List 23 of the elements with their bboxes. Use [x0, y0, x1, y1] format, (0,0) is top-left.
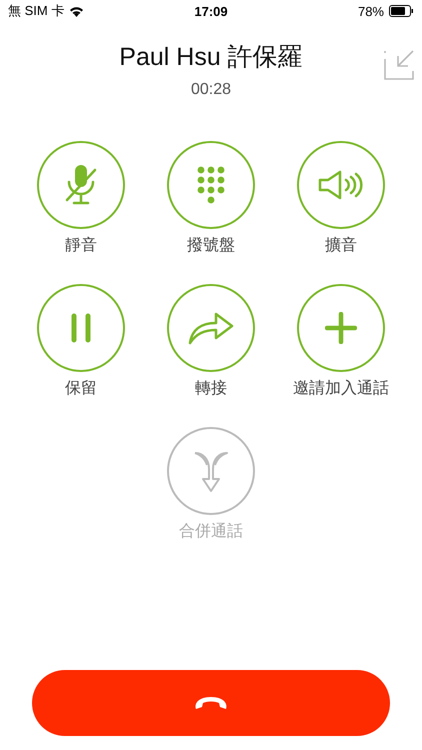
muted-microphone-icon	[64, 164, 98, 206]
clock-text: 17:09	[194, 4, 228, 18]
action-label: 保留	[65, 379, 97, 399]
plus-icon	[325, 312, 357, 344]
minimize-icon[interactable]	[384, 50, 414, 80]
battery-icon	[389, 5, 414, 17]
pause-icon	[70, 313, 92, 343]
call-duration: 00:28	[190, 81, 232, 99]
action-label: 靜音	[65, 236, 97, 256]
battery-text: 78%	[358, 4, 384, 18]
speaker-icon	[318, 170, 364, 200]
caller-name: Paul Hsu 許保羅	[119, 42, 303, 73]
action-label: 邀請加入通話	[293, 378, 389, 399]
keypad-icon	[196, 165, 226, 205]
forward-arrow-icon	[188, 311, 234, 345]
carrier-text: 無 SIM 卡	[8, 2, 64, 20]
action-label: 撥號盤	[187, 236, 235, 256]
action-label: 擴音	[325, 236, 357, 256]
wifi-icon	[69, 6, 84, 16]
action-label: 合併通話	[179, 522, 243, 542]
merge-arrow-icon	[193, 449, 229, 493]
action-label: 轉接	[195, 378, 227, 399]
hang-up-phone-icon	[193, 695, 229, 711]
